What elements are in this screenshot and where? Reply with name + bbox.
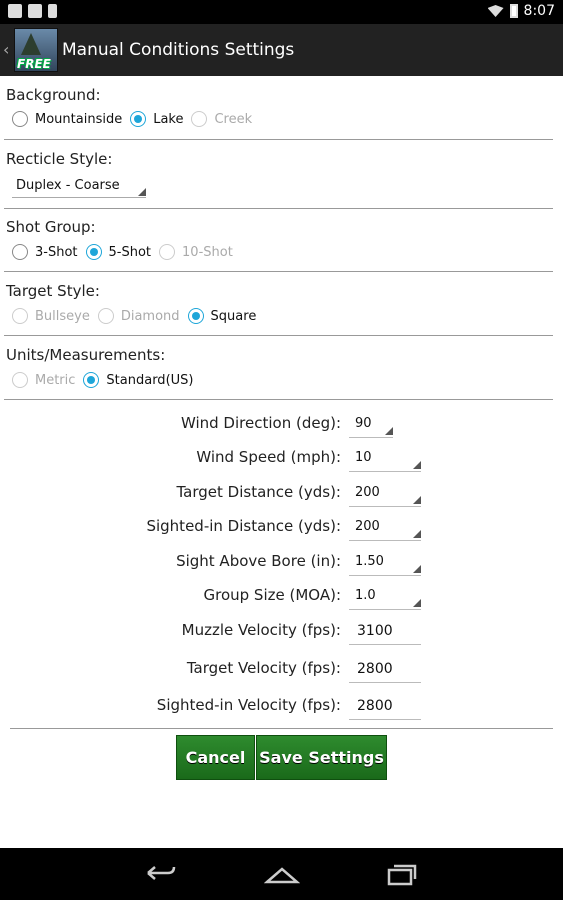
divider — [4, 139, 553, 140]
divider — [4, 208, 553, 209]
wifi-icon — [487, 5, 504, 17]
sighted-in-velocity-row: Sighted-in Velocity (fps): 2800 — [0, 692, 563, 720]
radio-button[interactable] — [12, 111, 28, 127]
sight-above-bore-label: Sight Above Bore (in): — [176, 552, 341, 570]
radio-bullseye: Bullseye — [12, 308, 90, 324]
dropdown-arrow-icon — [138, 188, 146, 196]
radio-3-shot[interactable]: 3-Shot — [12, 244, 78, 260]
divider — [4, 271, 553, 272]
units-label: Units/Measurements: — [6, 346, 166, 364]
sighted-in-velocity-input[interactable]: 2800 — [349, 696, 421, 720]
target-distance-spinner[interactable]: 200 — [349, 485, 421, 507]
navigation-bar — [0, 848, 563, 900]
group-size-spinner[interactable]: 1.0 — [349, 588, 421, 610]
radio-button-checked[interactable] — [83, 372, 100, 388]
background-label: Background: — [6, 86, 101, 104]
target-velocity-input[interactable]: 2800 — [349, 659, 421, 683]
units-radio-group: Metric Standard(US) — [12, 372, 201, 388]
radio-button-disabled — [191, 111, 208, 127]
shot-group-label: Shot Group: — [6, 218, 96, 236]
target-velocity-label: Target Velocity (fps): — [186, 659, 341, 677]
dropdown-arrow-icon — [413, 565, 421, 573]
sighted-in-distance-spinner[interactable]: 200 — [349, 519, 421, 541]
group-size-label: Group Size (MOA): — [203, 586, 342, 604]
radio-button-disabled — [159, 244, 176, 260]
reticle-style-dropdown[interactable]: Duplex - Coarse — [12, 176, 146, 198]
clock: 8:07 — [523, 3, 555, 19]
dropdown-arrow-icon — [413, 496, 421, 504]
muzzle-velocity-label: Muzzle Velocity (fps): — [181, 621, 341, 639]
sight-above-bore-spinner[interactable]: 1.50 — [349, 554, 421, 576]
wind-speed-row: Wind Speed (mph): 10 — [0, 444, 563, 472]
recent-apps-icon[interactable] — [386, 862, 418, 886]
muzzle-velocity-row: Muzzle Velocity (fps): 3100 — [0, 617, 563, 645]
battery-icon — [509, 4, 518, 18]
target-style-radio-group: Bullseye Diamond Square — [12, 308, 264, 324]
wind-speed-spinner[interactable]: 10 — [349, 450, 421, 472]
radio-metric: Metric — [12, 372, 75, 388]
home-icon[interactable] — [264, 866, 300, 884]
sighted-in-distance-row: Sighted-in Distance (yds): 200 — [0, 513, 563, 541]
radio-mountainside[interactable]: Mountainside — [12, 111, 122, 127]
tree-icon — [21, 33, 41, 55]
up-chevron-icon[interactable]: ‹ — [3, 40, 9, 59]
radio-button[interactable] — [12, 244, 28, 260]
radio-lake[interactable]: Lake — [130, 111, 183, 127]
dropdown-arrow-icon — [385, 427, 393, 435]
radio-square[interactable]: Square — [187, 308, 256, 324]
wind-direction-row: Wind Direction (deg): 90 — [0, 410, 563, 438]
target-distance-label: Target Distance (yds): — [176, 483, 341, 501]
page-title: Manual Conditions Settings — [62, 40, 295, 60]
radio-standard-us[interactable]: Standard(US) — [83, 372, 193, 388]
dropdown-arrow-icon — [413, 461, 421, 469]
status-bar: 8:07 — [0, 0, 563, 24]
divider — [4, 399, 553, 400]
background-radio-group: Mountainside Lake Creek — [12, 111, 260, 127]
radio-button-checked[interactable] — [85, 244, 102, 260]
shot-group-radio-group: 3-Shot 5-Shot 10-Shot — [12, 244, 241, 260]
cancel-button[interactable]: Cancel — [176, 735, 255, 780]
target-style-label: Target Style: — [6, 282, 100, 300]
camera-icon — [28, 4, 42, 18]
sighted-in-distance-label: Sighted-in Distance (yds): — [146, 517, 341, 535]
briefcase-icon — [8, 4, 22, 18]
save-settings-button[interactable]: Save Settings — [256, 735, 387, 780]
radio-button-checked[interactable] — [130, 111, 147, 127]
dropdown-arrow-icon — [413, 530, 421, 538]
radio-button-disabled — [12, 308, 28, 324]
radio-diamond: Diamond — [97, 308, 180, 324]
radio-button-disabled — [97, 308, 114, 324]
sd-card-icon — [48, 4, 57, 18]
wind-direction-label: Wind Direction (deg): — [180, 414, 341, 432]
dropdown-arrow-icon — [413, 599, 421, 607]
radio-creek: Creek — [191, 111, 252, 127]
reticle-label: Recticle Style: — [6, 150, 113, 168]
muzzle-velocity-input[interactable]: 3100 — [349, 621, 421, 645]
notification-icons — [8, 4, 57, 18]
radio-10-shot: 10-Shot — [159, 244, 233, 260]
action-bar: ‹ FREE Manual Conditions Settings — [0, 24, 563, 76]
radio-5-shot[interactable]: 5-Shot — [85, 244, 151, 260]
divider — [10, 728, 553, 729]
wind-direction-spinner[interactable]: 90 — [349, 416, 393, 438]
radio-button-checked[interactable] — [187, 308, 204, 324]
free-badge: FREE — [17, 57, 51, 71]
wind-speed-label: Wind Speed (mph): — [196, 448, 341, 466]
app-logo-icon[interactable]: FREE — [14, 28, 58, 72]
target-distance-row: Target Distance (yds): 200 — [0, 479, 563, 507]
radio-button-disabled — [12, 372, 28, 388]
group-size-row: Group Size (MOA): 1.0 — [0, 582, 563, 610]
back-icon[interactable] — [142, 862, 178, 884]
divider — [4, 335, 553, 336]
sighted-in-velocity-label: Sighted-in Velocity (fps): — [156, 696, 341, 714]
target-velocity-row: Target Velocity (fps): 2800 — [0, 655, 563, 683]
sight-above-bore-row: Sight Above Bore (in): 1.50 — [0, 548, 563, 576]
